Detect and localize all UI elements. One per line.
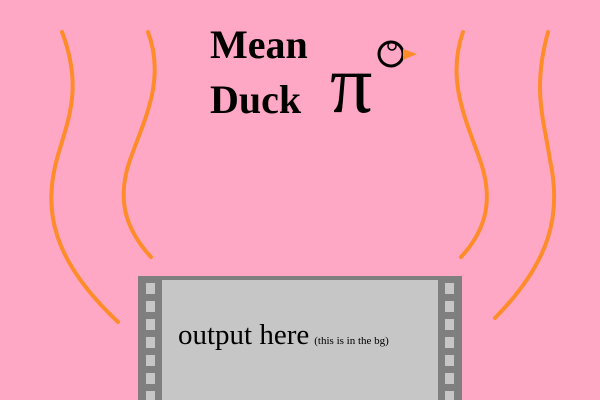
duck-beak-icon (403, 49, 417, 60)
output-note-text: (this is in the bg) (314, 335, 389, 347)
title-word-duck: Duck (210, 77, 302, 122)
inner-right-rule (438, 276, 442, 400)
logo-title: Mean Duck π (0, 0, 600, 140)
title-word-mean: Mean (210, 22, 308, 67)
scene: Mean Duck π output here (this is in the … (0, 0, 600, 400)
top-border (138, 276, 462, 280)
duck-head-circle (377, 40, 405, 68)
duck-head-icon (377, 40, 417, 68)
output-label: output here (this is in the bg) (178, 319, 389, 352)
pi-symbol: π (330, 38, 373, 131)
inner-left-rule (158, 276, 162, 400)
output-main-text: output here (178, 319, 310, 351)
